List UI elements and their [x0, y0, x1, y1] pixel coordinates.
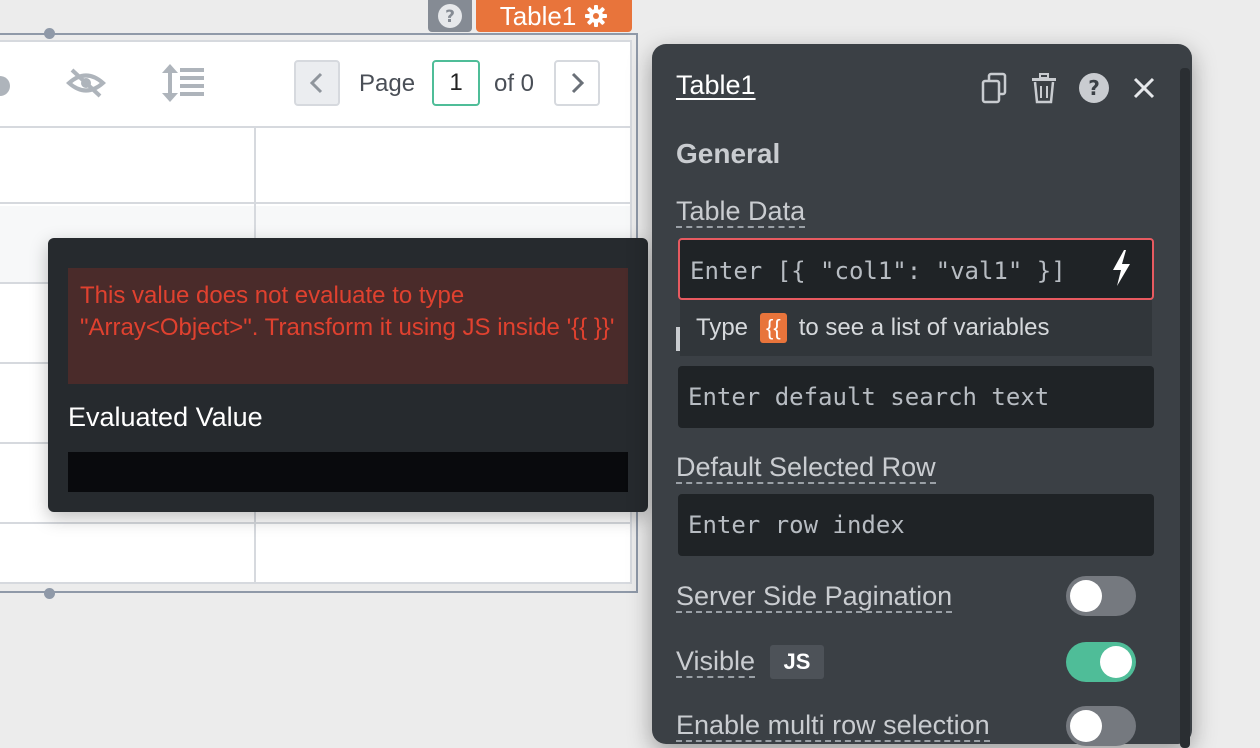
delete-widget-button[interactable] — [1028, 72, 1060, 104]
svg-text:?: ? — [445, 7, 455, 27]
svg-text:?: ? — [1088, 76, 1100, 100]
widget-help-tab[interactable]: ? — [428, 0, 472, 32]
help-icon: ? — [438, 4, 462, 28]
visible-toggle[interactable] — [1066, 642, 1136, 682]
page-number-input[interactable]: 1 — [432, 60, 480, 106]
hint-suffix: to see a list of variables — [798, 314, 1050, 341]
server-side-pagination-toggle[interactable] — [1066, 576, 1136, 616]
chevron-right-icon — [571, 72, 585, 94]
widget-name-tab[interactable]: Table1 — [476, 0, 632, 32]
table-row[interactable] — [0, 126, 630, 204]
property-pane: Table1 ? General Table Data Enter [{ "co… — [652, 44, 1192, 748]
close-pane-button[interactable] — [1128, 72, 1160, 104]
visible-label: Visible — [676, 646, 756, 678]
default-selected-row-input[interactable]: Enter row index — [678, 494, 1154, 556]
page-label: Page — [359, 70, 416, 97]
evaluated-value-popover: This value does not evaluate to type "Ar… — [48, 238, 648, 512]
js-toggle-badge[interactable]: JS — [770, 645, 824, 679]
close-icon — [1133, 77, 1155, 99]
multi-row-selection-toggle[interactable] — [1066, 706, 1136, 746]
default-selected-row-label: Default Selected Row — [676, 452, 936, 484]
widget-name-label: Table1 — [499, 1, 577, 31]
multi-row-selection-label: Enable multi row selection — [676, 710, 990, 742]
type-error-message: This value does not evaluate to type "Ar… — [68, 268, 628, 384]
table-data-input[interactable]: Enter [{ "col1": "val1" }] — [678, 238, 1154, 300]
toggle-knob — [1100, 646, 1132, 678]
next-page-button[interactable] — [554, 60, 600, 106]
gear-icon — [585, 5, 608, 27]
toggle-knob — [1070, 710, 1102, 742]
section-title-general[interactable]: General — [676, 138, 780, 170]
lightning-icon[interactable] — [1110, 250, 1132, 286]
default-search-input[interactable]: Enter default search text — [678, 366, 1154, 428]
hidden-columns-icon[interactable] — [66, 66, 106, 100]
trash-icon — [1032, 73, 1056, 104]
variables-hint: Type {{ to see a list of variables — [680, 300, 1152, 356]
help-icon: ? — [1079, 73, 1109, 103]
property-pane-scrollbar[interactable] — [1180, 68, 1190, 748]
pane-widget-name[interactable]: Table1 — [676, 70, 756, 101]
chevron-left-icon — [309, 72, 323, 94]
hint-prefix: Type — [696, 314, 749, 341]
toggle-knob — [1070, 580, 1102, 612]
table-data-label: Table Data — [676, 196, 806, 228]
resize-handle-top[interactable] — [44, 28, 55, 39]
copy-icon — [981, 72, 1007, 104]
evaluated-value-box — [68, 452, 628, 492]
evaluated-value-title: Evaluated Value — [68, 402, 263, 432]
widget-help-button[interactable]: ? — [1078, 72, 1110, 104]
hint-brace-token: {{ — [760, 313, 787, 343]
previous-page-button[interactable] — [294, 60, 340, 106]
resize-handle-bottom[interactable] — [44, 588, 55, 599]
server-side-pagination-label: Server Side Pagination — [676, 581, 953, 613]
table-toolbar: Page of 0 — [0, 40, 630, 128]
filter-icon[interactable] — [0, 72, 14, 100]
copy-widget-button[interactable] — [978, 72, 1010, 104]
row-height-icon[interactable] — [160, 64, 204, 102]
page-count-label: of 0 — [494, 70, 535, 97]
